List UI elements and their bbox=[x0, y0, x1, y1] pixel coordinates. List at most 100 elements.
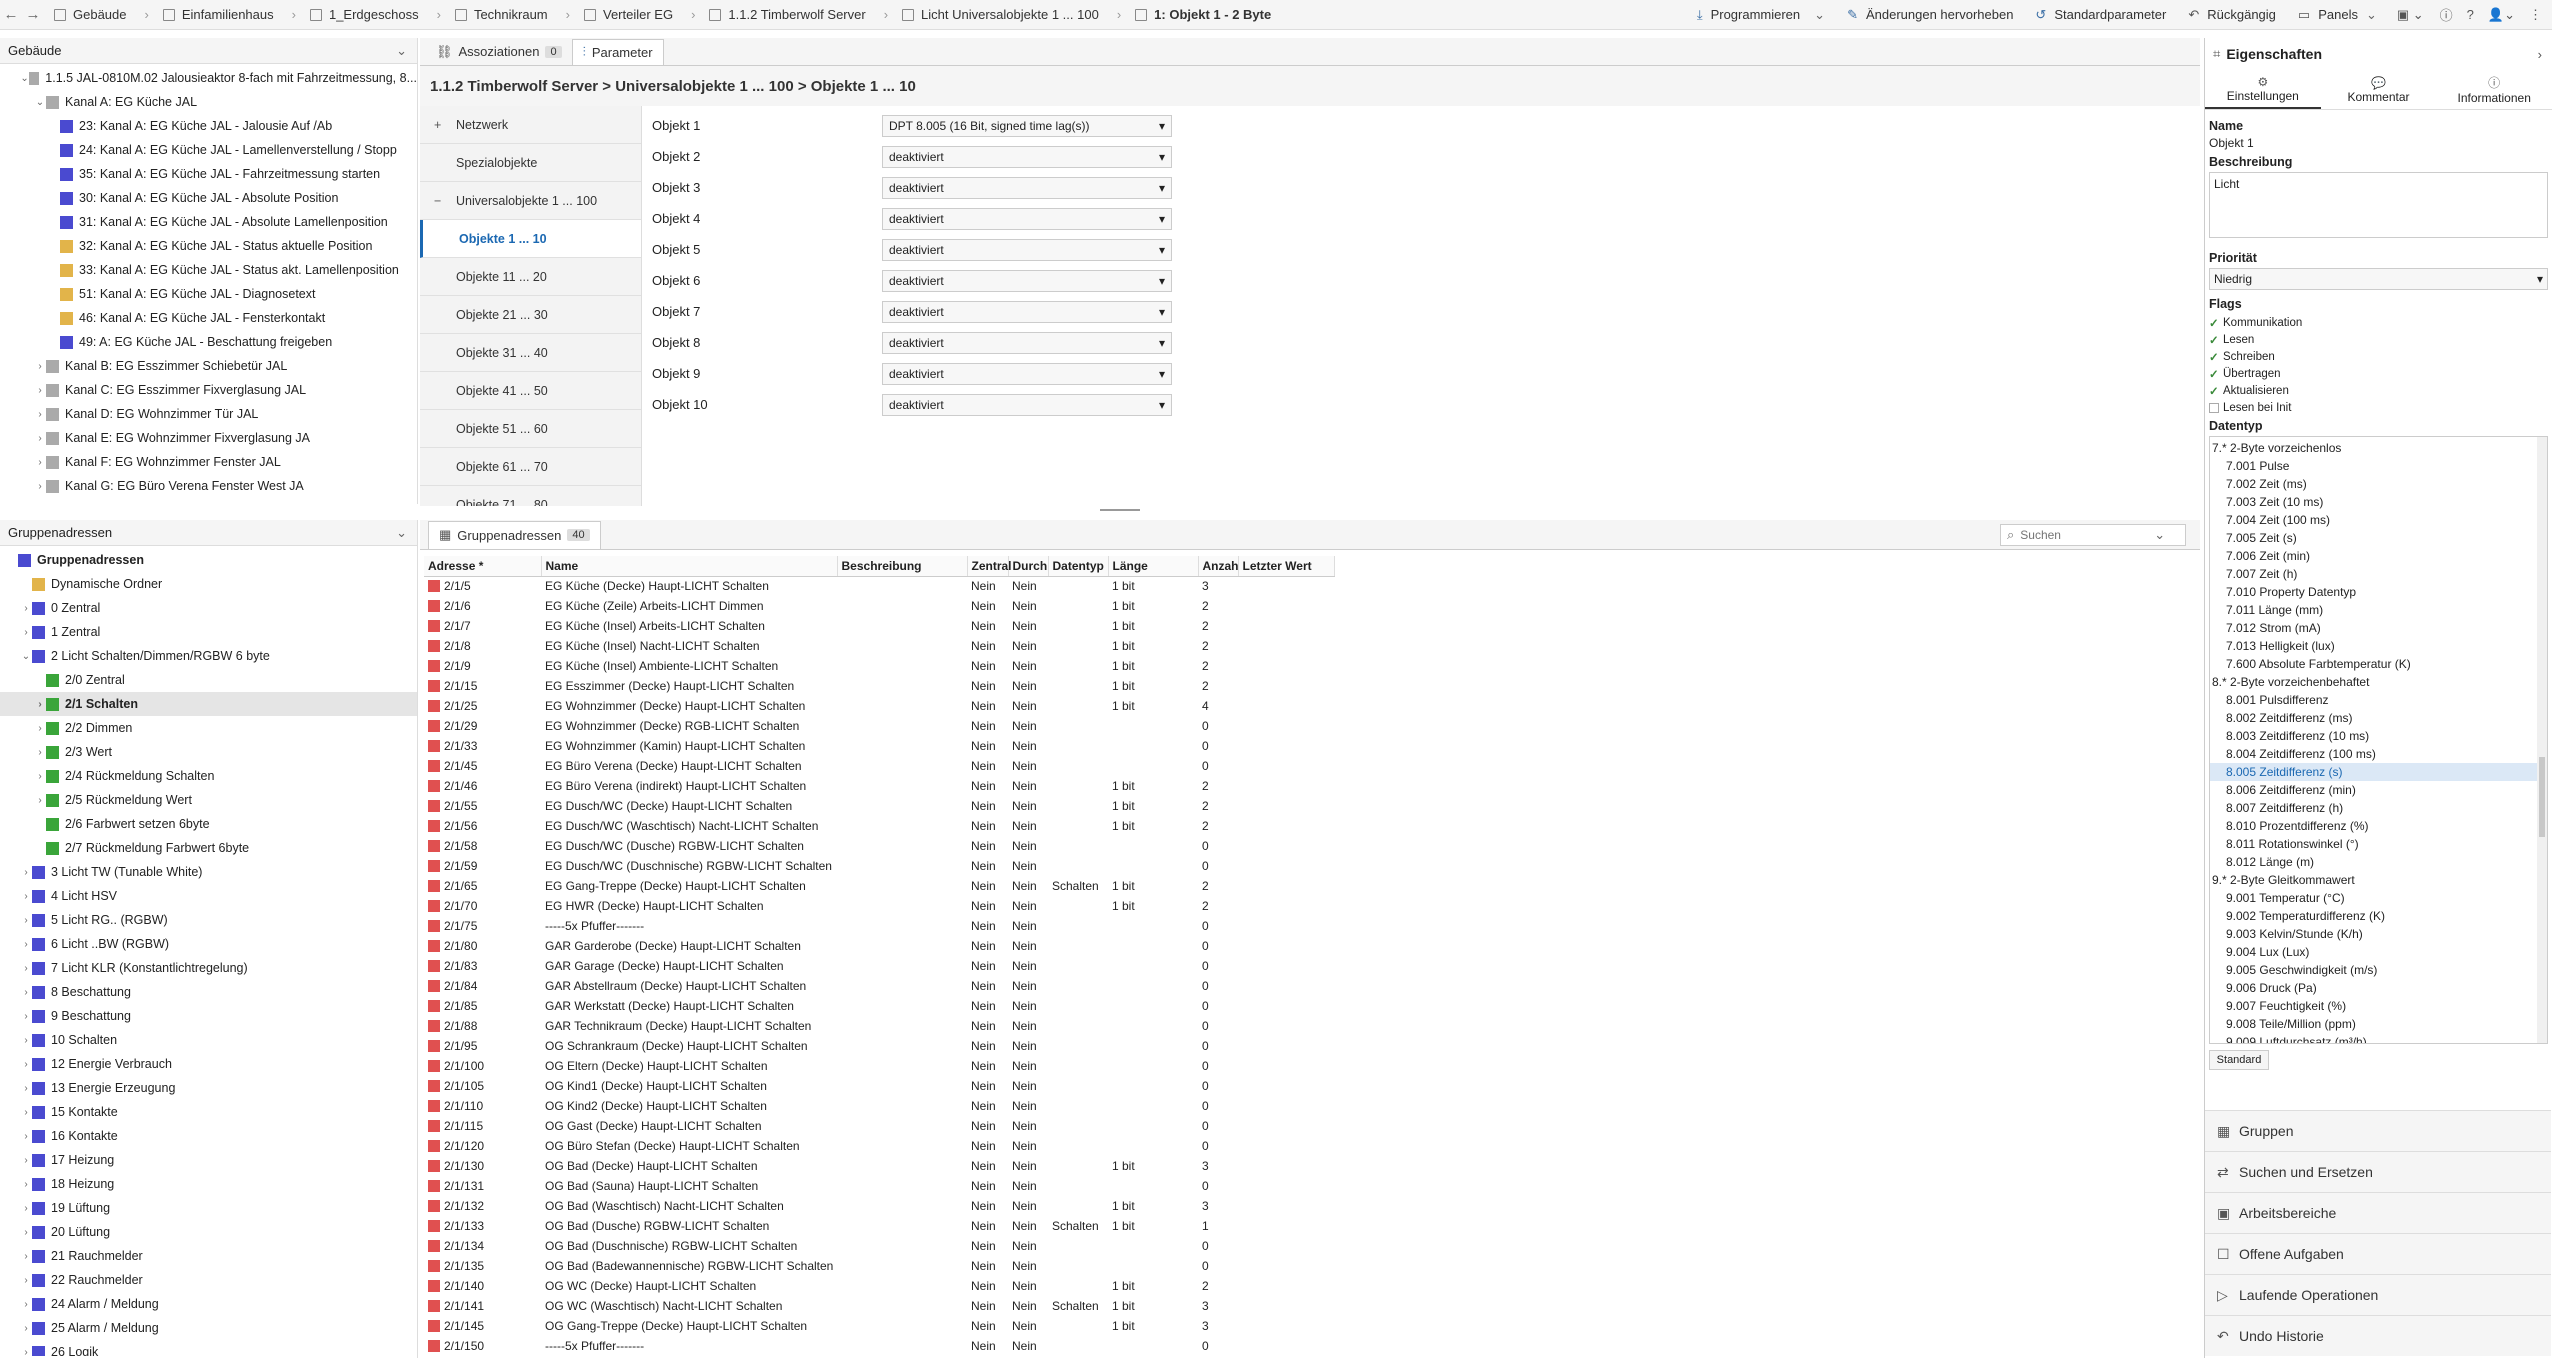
tree-item[interactable]: 2/0 Zentral bbox=[0, 668, 417, 692]
column-header[interactable]: Datentyp bbox=[1048, 556, 1109, 577]
param-nav-item[interactable]: Objekte 11 ... 20 bbox=[420, 258, 641, 296]
flag-checkbox[interactable]: ✓ Schreiben bbox=[2209, 348, 2548, 365]
expand-toggle-icon[interactable]: › bbox=[34, 723, 46, 734]
tree-item[interactable]: › Kanal E: EG Wohnzimmer Fixverglasung JA bbox=[0, 426, 417, 450]
datatype-item[interactable]: 7.001 Pulse bbox=[2210, 457, 2547, 475]
tree-item[interactable]: › 22 Rauchmelder bbox=[0, 1268, 417, 1292]
expand-toggle-icon[interactable]: › bbox=[20, 1251, 32, 1262]
standard-params-button[interactable]: ↺ Standardparameter bbox=[2035, 7, 2166, 23]
tree-item[interactable]: › 24 Alarm / Meldung bbox=[0, 1292, 417, 1316]
expand-toggle-icon[interactable]: › bbox=[20, 1299, 32, 1310]
tree-item[interactable]: ⌄ 2 Licht Schalten/Dimmen/RGBW 6 byte bbox=[0, 644, 417, 668]
tree-item[interactable]: › 18 Heizung bbox=[0, 1172, 417, 1196]
chevron-down-icon[interactable]: ⌄ bbox=[396, 525, 407, 541]
tree-item[interactable]: › 2/3 Wert bbox=[0, 740, 417, 764]
program-button[interactable]: ⤓ Programmieren ⌄ bbox=[1697, 7, 1825, 23]
table-row[interactable]: 2/1/75 -----5x Pfuffer------- Nein Nein 0 bbox=[424, 916, 1334, 936]
tree-item[interactable]: › 16 Kontakte bbox=[0, 1124, 417, 1148]
param-select[interactable]: DPT 8.005 (16 Bit, signed time lag(s)) ▾ bbox=[882, 114, 1172, 137]
table-row[interactable]: 2/1/8 EG Küche (Insel) Nacht-LICHT Schalt… bbox=[424, 636, 1334, 656]
table-row[interactable]: 2/1/95 OG Schrankraum (Decke) Haupt-LICHT… bbox=[424, 1036, 1334, 1056]
datatype-item[interactable]: 9.009 Luftdurchsatz (m³/h) bbox=[2210, 1033, 2547, 1043]
tree-item[interactable]: › Kanal C: EG Esszimmer Fixverglasung JAL bbox=[0, 378, 417, 402]
table-row[interactable]: 2/1/83 GAR Garage (Decke) Haupt-LICHT Sch… bbox=[424, 956, 1334, 976]
datatype-item[interactable]: 7.600 Absolute Farbtemperatur (K) bbox=[2210, 655, 2547, 673]
datatype-item[interactable]: 9.005 Geschwindigkeit (m/s) bbox=[2210, 961, 2547, 979]
param-select[interactable]: deaktiviert ▾ bbox=[882, 176, 1172, 199]
tree-item[interactable]: 46: Kanal A: EG Küche JAL - Fensterkonta… bbox=[0, 306, 417, 330]
expand-toggle-icon[interactable]: › bbox=[34, 457, 46, 468]
datatype-item[interactable]: 7.002 Zeit (ms) bbox=[2210, 475, 2547, 493]
bottom-panel-item[interactable]: ▦ Gruppen bbox=[2205, 1110, 2551, 1151]
param-nav-item[interactable]: Objekte 31 ... 40 bbox=[420, 334, 641, 372]
expand-toggle-icon[interactable]: › bbox=[34, 433, 46, 444]
tree-item[interactable]: Dynamische Ordner bbox=[0, 572, 417, 596]
chevron-down-icon[interactable]: ⌄ bbox=[1814, 7, 1825, 23]
datatype-item[interactable]: 9.001 Temperatur (°C) bbox=[2210, 889, 2547, 907]
datatype-item[interactable]: 8.010 Prozentdifferenz (%) bbox=[2210, 817, 2547, 835]
tree-item[interactable]: › 13 Energie Erzeugung bbox=[0, 1076, 417, 1100]
bottom-panel-item[interactable]: ⇄ Suchen und Ersetzen bbox=[2205, 1151, 2551, 1192]
param-select[interactable]: deaktiviert ▾ bbox=[882, 269, 1172, 292]
param-nav-item[interactable]: + Netzwerk bbox=[420, 106, 641, 144]
expand-toggle-icon[interactable]: › bbox=[20, 1059, 32, 1070]
table-row[interactable]: 2/1/150 -----5x Pfuffer------- Nein Nein 0 bbox=[424, 1336, 1334, 1356]
tree-item[interactable]: › 21 Rauchmelder bbox=[0, 1244, 417, 1268]
datatype-item[interactable]: 7.006 Zeit (min) bbox=[2210, 547, 2547, 565]
more-button[interactable]: ⋮ bbox=[2529, 7, 2542, 23]
tree-item[interactable]: › 10 Schalten bbox=[0, 1028, 417, 1052]
user-button[interactable]: 👤⌄ bbox=[2488, 7, 2515, 23]
datatype-scrollbar[interactable] bbox=[2537, 437, 2547, 1043]
datatype-item[interactable]: 9.* 2-Byte Gleitkommawert bbox=[2210, 871, 2547, 889]
expand-toggle-icon[interactable]: › bbox=[20, 915, 32, 926]
breadcrumb-item[interactable]: Gebäude bbox=[54, 7, 127, 22]
tree-item[interactable]: › Kanal B: EG Esszimmer Schiebetür JAL bbox=[0, 354, 417, 378]
expand-toggle-icon[interactable]: › bbox=[20, 1347, 32, 1357]
column-header[interactable]: Anzah bbox=[1198, 556, 1239, 577]
flag-checkbox[interactable]: Lesen bei Init bbox=[2209, 399, 2548, 416]
tree-item[interactable]: ⌄ Kanal A: EG Küche JAL bbox=[0, 90, 417, 114]
table-row[interactable]: 2/1/70 EG HWR (Decke) Haupt-LICHT Schalte… bbox=[424, 896, 1334, 916]
table-row[interactable]: 2/1/59 EG Dusch/WC (Duschnische) RGBW-LIC… bbox=[424, 856, 1334, 876]
expand-toggle-icon[interactable]: ⌄ bbox=[34, 97, 46, 108]
standard-button[interactable]: Standard bbox=[2209, 1050, 2269, 1070]
tree-item[interactable]: › Kanal D: EG Wohnzimmer Tür JAL bbox=[0, 402, 417, 426]
table-row[interactable]: 2/1/5 EG Küche (Decke) Haupt-LICHT Schalt… bbox=[424, 576, 1334, 596]
param-select[interactable]: deaktiviert ▾ bbox=[882, 331, 1172, 354]
param-select[interactable]: deaktiviert ▾ bbox=[882, 300, 1172, 323]
tree-item[interactable]: › 9 Beschattung bbox=[0, 1004, 417, 1028]
search-box[interactable]: ⌕ ⌄ bbox=[2000, 523, 2186, 546]
datatype-item[interactable]: 8.012 Länge (m) bbox=[2210, 853, 2547, 871]
expand-toggle-icon[interactable]: ⌄ bbox=[20, 651, 32, 662]
collapse-icon[interactable]: › bbox=[2538, 47, 2542, 62]
bottom-panel-item[interactable]: ↶ Undo Historie bbox=[2205, 1315, 2551, 1356]
table-row[interactable]: 2/1/134 OG Bad (Duschnische) RGBW-LICHT S… bbox=[424, 1236, 1334, 1256]
table-row[interactable]: 2/1/7 EG Küche (Insel) Arbeits-LICHT Scha… bbox=[424, 616, 1334, 636]
datatype-item[interactable]: 7.004 Zeit (100 ms) bbox=[2210, 511, 2547, 529]
table-row[interactable]: 2/1/65 EG Gang-Treppe (Decke) Haupt-LICHT… bbox=[424, 876, 1334, 896]
highlight-changes-button[interactable]: ✎ Änderungen hervorheben bbox=[1847, 7, 2013, 23]
expand-toggle-icon[interactable]: › bbox=[34, 747, 46, 758]
tree-item[interactable]: › 20 Lüftung bbox=[0, 1220, 417, 1244]
datatype-item[interactable]: 9.006 Druck (Pa) bbox=[2210, 979, 2547, 997]
bottom-panel-item[interactable]: ▷ Laufende Operationen bbox=[2205, 1274, 2551, 1315]
tree-item[interactable]: 49: A: EG Küche JAL - Beschattung freige… bbox=[0, 330, 417, 354]
expand-toggle-icon[interactable]: › bbox=[20, 603, 32, 614]
tree-item[interactable]: › 2/2 Dimmen bbox=[0, 716, 417, 740]
breadcrumb-item[interactable]: Technikraum bbox=[454, 7, 548, 22]
table-row[interactable]: 2/1/85 GAR Werkstatt (Decke) Haupt-LICHT … bbox=[424, 996, 1334, 1016]
tab-settings[interactable]: ⚙ Einstellungen bbox=[2205, 70, 2321, 109]
param-nav-item[interactable]: Objekte 41 ... 50 bbox=[420, 372, 641, 410]
tree-item[interactable]: › 2/1 Schalten bbox=[0, 692, 417, 716]
table-row[interactable]: 2/1/130 OG Bad (Decke) Haupt-LICHT Schalt… bbox=[424, 1156, 1334, 1176]
tree-item[interactable]: › 7 Licht KLR (Konstantlichtregelung) bbox=[0, 956, 417, 980]
tree-item[interactable]: › 19 Lüftung bbox=[0, 1196, 417, 1220]
table-row[interactable]: 2/1/6 EG Küche (Zeile) Arbeits-LICHT Dimm… bbox=[424, 596, 1334, 616]
flag-checkbox[interactable]: ✓ Übertragen bbox=[2209, 365, 2548, 382]
expand-toggle-icon[interactable]: › bbox=[20, 1179, 32, 1190]
datatype-item[interactable]: 9.008 Teile/Million (ppm) bbox=[2210, 1015, 2547, 1033]
flag-checkbox[interactable]: ✓ Lesen bbox=[2209, 331, 2548, 348]
bottom-panel-item[interactable]: ▣ Arbeitsbereiche bbox=[2205, 1192, 2551, 1233]
datatype-item[interactable]: 8.* 2-Byte vorzeichenbehaftet bbox=[2210, 673, 2547, 691]
expand-toggle-icon[interactable]: › bbox=[20, 1011, 32, 1022]
